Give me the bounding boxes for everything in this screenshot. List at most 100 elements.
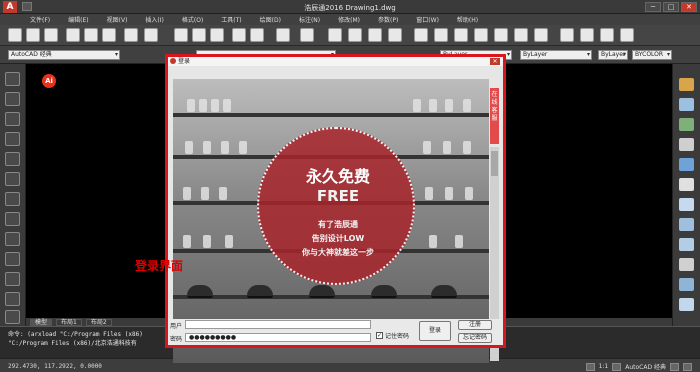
print-preview-icon[interactable] — [84, 28, 98, 42]
fillet-icon[interactable] — [679, 298, 694, 311]
zoom-window-icon[interactable] — [368, 28, 382, 42]
move-icon[interactable] — [679, 178, 694, 191]
arc-icon[interactable] — [5, 172, 20, 186]
username-input[interactable] — [185, 320, 371, 329]
spline-icon[interactable] — [5, 232, 20, 246]
workspace-switch-icon[interactable] — [612, 362, 622, 371]
offset-icon[interactable] — [679, 138, 694, 151]
window-title: 浩辰通2016 Drawing1.dwg — [304, 4, 396, 12]
hatch-icon[interactable] — [5, 310, 20, 324]
password-input[interactable]: ●●●●●●●●● — [185, 333, 371, 342]
menu-help[interactable]: 帮助(H) — [457, 15, 478, 24]
save-icon[interactable] — [44, 28, 58, 42]
stretch-icon[interactable] — [679, 238, 694, 251]
print-icon[interactable] — [66, 28, 80, 42]
online-support-tab[interactable]: 在线客服 — [490, 88, 499, 144]
lineweight-select[interactable]: ByLayer — [598, 50, 628, 60]
workspace-select[interactable]: AutoCAD 经典 — [8, 50, 120, 60]
extend-icon[interactable] — [679, 278, 694, 291]
plot-icon[interactable] — [144, 28, 158, 42]
rotate-icon[interactable] — [679, 198, 694, 211]
title-bar: A 浩辰通2016 Drawing1.dwg ─ □ ✕ — [0, 0, 700, 14]
menu-parametric[interactable]: 参数(P) — [378, 15, 398, 24]
polygon-icon[interactable] — [5, 132, 20, 146]
mirror-icon[interactable] — [679, 118, 694, 131]
properties-icon[interactable] — [414, 28, 428, 42]
scale-icon[interactable] — [679, 218, 694, 231]
menu-file[interactable]: 文件(F) — [30, 15, 50, 24]
forgot-password-button[interactable]: 忘记密码 — [458, 333, 492, 343]
linetype-select[interactable]: ByLayer — [520, 50, 592, 60]
revcloud-icon[interactable] — [5, 212, 20, 226]
trim-icon[interactable] — [679, 258, 694, 271]
menu-draw[interactable]: 绘图(D) — [260, 15, 281, 24]
register-button[interactable]: 注册 — [458, 320, 492, 330]
erase-icon[interactable] — [679, 78, 694, 91]
user-label: 用户 — [170, 323, 183, 330]
plotstyle-select[interactable]: BYCOLOR — [632, 50, 672, 60]
menu-modify[interactable]: 修改(M) — [338, 15, 360, 24]
dialog-close-button[interactable]: ✕ — [490, 58, 500, 65]
cut-icon[interactable] — [174, 28, 188, 42]
ellipse-icon[interactable] — [5, 252, 20, 266]
markup-icon[interactable] — [494, 28, 508, 42]
menu-format[interactable]: 格式(O) — [182, 15, 203, 24]
maximize-button[interactable]: □ — [663, 2, 679, 12]
zoom-previous-icon[interactable] — [388, 28, 402, 42]
insert-block-icon[interactable] — [5, 272, 20, 286]
zoom-realtime-icon[interactable] — [348, 28, 362, 42]
table-style-icon[interactable] — [600, 28, 614, 42]
login-button[interactable]: 登录 — [419, 321, 451, 341]
design-center-icon[interactable] — [434, 28, 448, 42]
remember-password[interactable]: ✓ 记住密码 — [376, 331, 409, 340]
tab-model[interactable]: 模型 — [30, 318, 53, 326]
text-style-icon[interactable] — [560, 28, 574, 42]
clean-screen-icon[interactable] — [683, 362, 692, 371]
calculator-icon[interactable] — [514, 28, 528, 42]
login-caption: 登录界面 — [135, 259, 184, 273]
menu-dimension[interactable]: 标注(N) — [299, 15, 320, 24]
3d-icon[interactable] — [124, 28, 138, 42]
new-file-icon[interactable] — [8, 28, 22, 42]
promo-free: FREE — [316, 187, 360, 205]
dim-style-icon[interactable] — [580, 28, 594, 42]
point-icon[interactable] — [5, 292, 20, 306]
annotation-scale[interactable]: 1:1 — [599, 363, 609, 370]
menu-window[interactable]: 窗口(W) — [416, 15, 439, 24]
status-workspace[interactable]: AutoCAD 经典 — [625, 362, 666, 371]
tab-layout2[interactable]: 布局2 — [85, 318, 112, 326]
annotation-scale-icon[interactable] — [585, 362, 595, 371]
construction-line-icon[interactable] — [5, 92, 20, 106]
help-icon[interactable] — [534, 28, 548, 42]
polyline-icon[interactable] — [5, 112, 20, 126]
copy-icon[interactable] — [192, 28, 206, 42]
menu-view[interactable]: 视图(V) — [107, 15, 128, 24]
array-icon[interactable] — [679, 158, 694, 171]
login-dialog: 登录 ✕ 永久免费 FREE 有了浩辰通 告别设计LOW 你与大神就差这一步 在… — [168, 57, 503, 363]
rectangle-icon[interactable] — [5, 152, 20, 166]
close-button[interactable]: ✕ — [681, 2, 697, 12]
remember-checkbox[interactable]: ✓ — [376, 332, 383, 339]
paste-icon[interactable] — [210, 28, 224, 42]
scrollbar-thumb[interactable] — [491, 151, 498, 176]
circle-icon[interactable] — [5, 192, 20, 206]
publish-icon[interactable] — [102, 28, 116, 42]
menu-edit[interactable]: 编辑(E) — [68, 15, 88, 24]
copy-object-icon[interactable] — [679, 98, 694, 111]
pan-icon[interactable] — [328, 28, 342, 42]
tab-layout1[interactable]: 布局1 — [56, 318, 82, 326]
menu-insert[interactable]: 插入(I) — [145, 15, 163, 24]
ai-logo-icon[interactable]: Ai — [42, 74, 56, 88]
sheet-set-icon[interactable] — [474, 28, 488, 42]
tool-palettes-icon[interactable] — [454, 28, 468, 42]
line-icon[interactable] — [5, 72, 20, 86]
undo-icon[interactable] — [276, 28, 290, 42]
redo-icon[interactable] — [300, 28, 314, 42]
minimize-button[interactable]: ─ — [645, 2, 661, 12]
lock-icon[interactable] — [670, 362, 679, 371]
block-icon[interactable] — [250, 28, 264, 42]
multileader-style-icon[interactable] — [620, 28, 634, 42]
menu-tools[interactable]: 工具(T) — [221, 15, 241, 24]
open-file-icon[interactable] — [26, 28, 40, 42]
match-properties-icon[interactable] — [232, 28, 246, 42]
